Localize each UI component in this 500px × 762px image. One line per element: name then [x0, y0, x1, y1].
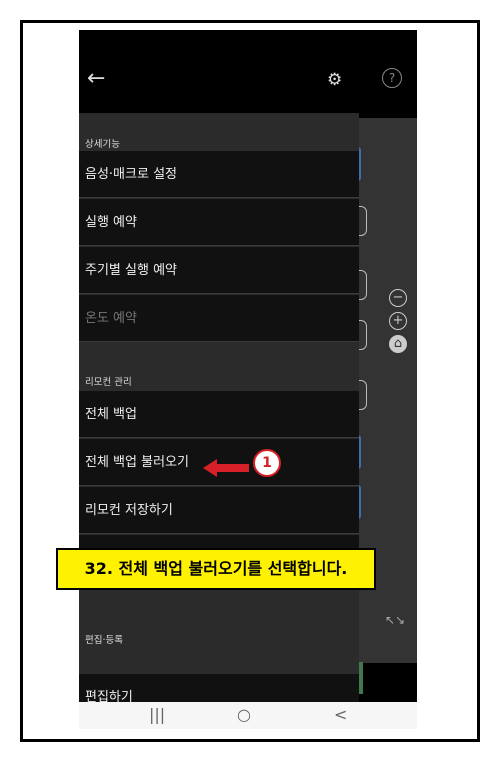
menu-item-save-remote[interactable]: 리모컨 저장하기	[79, 487, 359, 534]
menu-item-periodic-schedule[interactable]: 주기별 실행 예약	[79, 247, 359, 294]
zoom-out-icon[interactable]: −	[389, 289, 407, 307]
section-label: 리모컨 관리	[85, 377, 132, 388]
phone-screen: ? − + ⌂ ↖↘ ← ⚙ 상세기능 음성·매크로 설정 실행 예약 주기별 …	[79, 30, 417, 729]
help-icon[interactable]: ?	[382, 68, 402, 88]
section-header-advanced: 상세기능	[79, 113, 359, 151]
menu-item-full-backup[interactable]: 전체 백업	[79, 391, 359, 438]
menu-item-voice-macro[interactable]: 음성·매크로 설정	[79, 151, 359, 198]
section-label: 상세기능	[85, 139, 120, 150]
menu-item-schedule[interactable]: 실행 예약	[79, 199, 359, 246]
section-header-edit: 편집·등록	[79, 583, 359, 649]
back-arrow-icon[interactable]: ←	[87, 68, 105, 90]
recents-button[interactable]: |||	[149, 704, 165, 726]
home-icon[interactable]: ⌂	[389, 335, 407, 353]
drawer-header: ← ⚙	[79, 30, 359, 113]
section-label: 편집·등록	[85, 635, 123, 646]
step-number-badge: 1	[253, 449, 281, 477]
tutorial-frame: ? − + ⌂ ↖↘ ← ⚙ 상세기능 음성·매크로 설정 실행 예약 주기별 …	[20, 20, 480, 742]
menu-item-temperature-schedule: 온도 예약	[79, 295, 359, 342]
menu-item-edit[interactable]: 편집하기	[79, 674, 359, 702]
gear-icon[interactable]: ⚙	[327, 70, 342, 90]
section-header-remote-management: 리모컨 관리	[79, 343, 359, 391]
instruction-caption: 32. 전체 백업 불러오기를 선택합니다.	[56, 548, 376, 590]
back-button[interactable]: <	[334, 704, 347, 726]
expand-icon[interactable]: ↖↘	[385, 613, 405, 627]
pointer-arrow-icon	[203, 459, 249, 477]
home-button[interactable]: ○	[237, 704, 251, 726]
system-navigation-bar: ||| ○ <	[79, 702, 417, 729]
zoom-in-icon[interactable]: +	[389, 312, 407, 330]
navigation-drawer: ← ⚙ 상세기능 음성·매크로 설정 실행 예약 주기별 실행 예약 온도 예약…	[79, 30, 359, 702]
